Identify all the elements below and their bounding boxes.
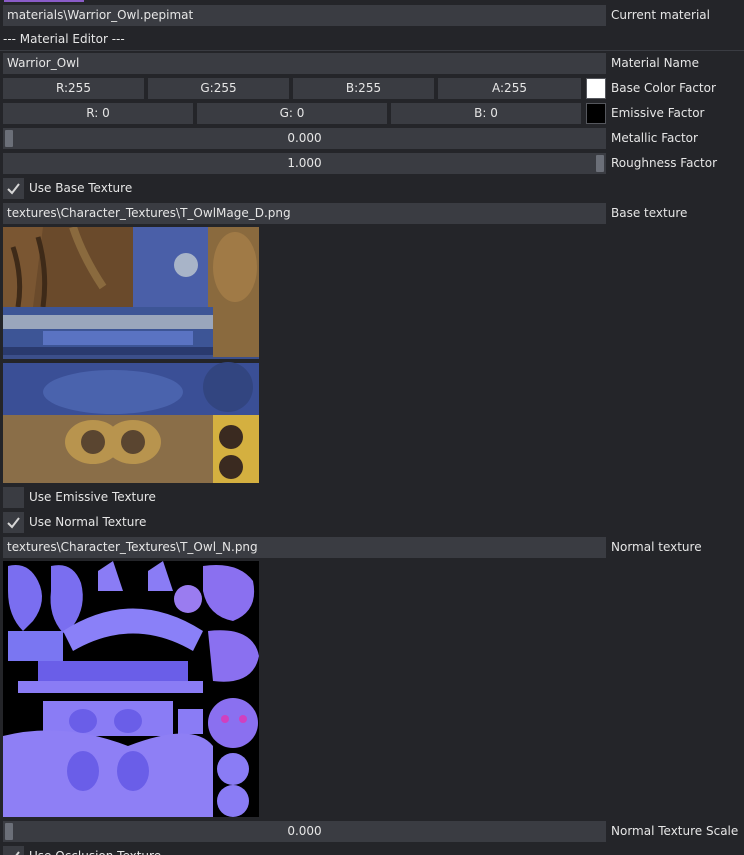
base-color-g-field[interactable]: G:255: [148, 78, 289, 99]
emissive-b-field[interactable]: B: 0: [391, 103, 581, 124]
normal-texture-preview: [3, 561, 259, 817]
base-color-b-field[interactable]: B:255: [293, 78, 434, 99]
use-base-texture-checkbox[interactable]: [3, 178, 24, 199]
roughness-value: 1.000: [287, 156, 322, 170]
normal-texture-path-field[interactable]: textures\Character_Textures\T_Owl_N.png: [3, 537, 606, 558]
roughness-slider[interactable]: 1.000: [3, 153, 606, 174]
use-emissive-texture-checkbox[interactable]: [3, 487, 24, 508]
material-name-input[interactable]: Warrior_Owl: [3, 53, 606, 74]
checkmark-icon: [7, 183, 20, 195]
normal-scale-slider[interactable]: 0.000: [3, 821, 606, 842]
emissive-color-swatch[interactable]: [586, 103, 606, 124]
checkmark-icon: [15, 851, 20, 855]
emissive-r-field[interactable]: R: 0: [3, 103, 193, 124]
use-occlusion-texture-label: Use Occlusion Texture: [29, 846, 161, 855]
roughness-label: Roughness Factor: [611, 156, 718, 170]
metallic-value: 0.000: [287, 131, 322, 145]
emissive-g-field[interactable]: G: 0: [197, 103, 387, 124]
base-color-a-field[interactable]: A:255: [438, 78, 581, 99]
normal-texture-image: [3, 561, 259, 817]
normal-texture-label: Normal texture: [611, 540, 702, 554]
metallic-slider-handle[interactable]: [5, 130, 13, 147]
material-editor-panel: materials\Warrior_Owl.pepimat Current ma…: [0, 0, 744, 855]
base-color-r-field[interactable]: R:255: [3, 78, 144, 99]
use-occlusion-texture-checkbox[interactable]: [3, 846, 24, 855]
base-texture-image: [3, 227, 259, 483]
current-material-label: Current material: [611, 8, 710, 22]
metallic-label: Metallic Factor: [611, 131, 698, 145]
metallic-slider[interactable]: 0.000: [3, 128, 606, 149]
section-separator: [0, 50, 744, 51]
material-editor-heading: --- Material Editor ---: [3, 32, 125, 46]
base-texture-path-field[interactable]: textures\Character_Textures\T_OwlMage_D.…: [3, 203, 606, 224]
current-material-field[interactable]: materials\Warrior_Owl.pepimat: [3, 5, 606, 26]
use-emissive-texture-label: Use Emissive Texture: [29, 490, 156, 504]
normal-scale-value: 0.000: [287, 824, 322, 838]
use-normal-texture-checkbox[interactable]: [3, 512, 24, 533]
accent-bar: [4, 0, 84, 2]
use-base-texture-label: Use Base Texture: [29, 181, 133, 195]
material-name-label: Material Name: [611, 56, 699, 70]
base-color-swatch[interactable]: [586, 78, 606, 99]
use-normal-texture-label: Use Normal Texture: [29, 515, 147, 529]
base-texture-label: Base texture: [611, 206, 688, 220]
normal-scale-slider-handle[interactable]: [5, 823, 13, 840]
base-texture-preview: [3, 227, 259, 483]
normal-scale-label: Normal Texture Scale: [611, 824, 739, 838]
base-color-label: Base Color Factor: [611, 81, 716, 95]
emissive-label: Emissive Factor: [611, 106, 705, 120]
checkmark-icon: [7, 517, 20, 529]
roughness-slider-handle[interactable]: [596, 155, 604, 172]
